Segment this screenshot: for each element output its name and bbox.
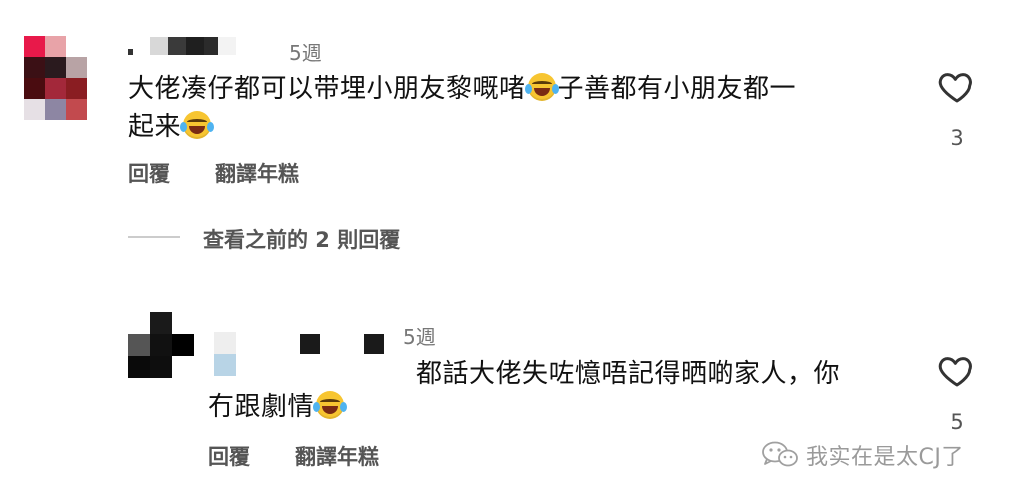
- translate-button[interactable]: 翻譯年糕: [215, 158, 299, 188]
- comment-time: 5週: [289, 41, 322, 65]
- avatar[interactable]: [24, 36, 88, 122]
- view-previous-replies-button[interactable]: 查看之前的 2 則回覆: [203, 224, 400, 254]
- avatar[interactable]: [128, 312, 196, 378]
- comment-time: 5週: [403, 325, 436, 349]
- wechat-icon: [762, 441, 798, 467]
- comment-text-continued: 冇跟劇情: [208, 388, 348, 426]
- comment-text-part: 冇跟劇情: [208, 392, 315, 422]
- reply-button[interactable]: 回覆: [208, 441, 250, 471]
- face-with-tears-of-joy-icon: [180, 111, 215, 139]
- translate-button[interactable]: 翻譯年糕: [295, 441, 379, 471]
- face-with-tears-of-joy-icon: [313, 391, 348, 419]
- like-count: 3: [950, 126, 964, 150]
- username-redacted[interactable]: [214, 332, 394, 376]
- comment-text-part: 子善都有小朋友都一: [557, 74, 797, 104]
- username-redacted[interactable]: [128, 37, 238, 57]
- watermark: 我实在是太CJ了: [760, 440, 964, 470]
- comment-text-part: 起来: [128, 112, 182, 142]
- face-with-tears-of-joy-icon: [524, 73, 559, 101]
- reply-button[interactable]: 回覆: [128, 158, 170, 188]
- comment-text: 都話大佬失咗憶唔記得晒啲家人，你: [416, 359, 841, 389]
- heart-icon[interactable]: [937, 350, 977, 390]
- like-count: 5: [950, 410, 964, 434]
- comment-text-part: 大佬凑仔都可以带埋小朋友黎嘅啫: [128, 74, 526, 104]
- replies-divider: [128, 236, 180, 238]
- comment-text: 大佬凑仔都可以带埋小朋友黎嘅啫 子善都有小朋友都一 起来: [128, 70, 908, 146]
- comment-1: 5週 大佬凑仔都可以带埋小朋友黎嘅啫 子善都有小朋友都一 起来 回覆 翻譯年糕 3: [0, 0, 1024, 200]
- watermark-text: 我实在是太CJ了: [806, 445, 964, 470]
- heart-icon[interactable]: [937, 66, 977, 106]
